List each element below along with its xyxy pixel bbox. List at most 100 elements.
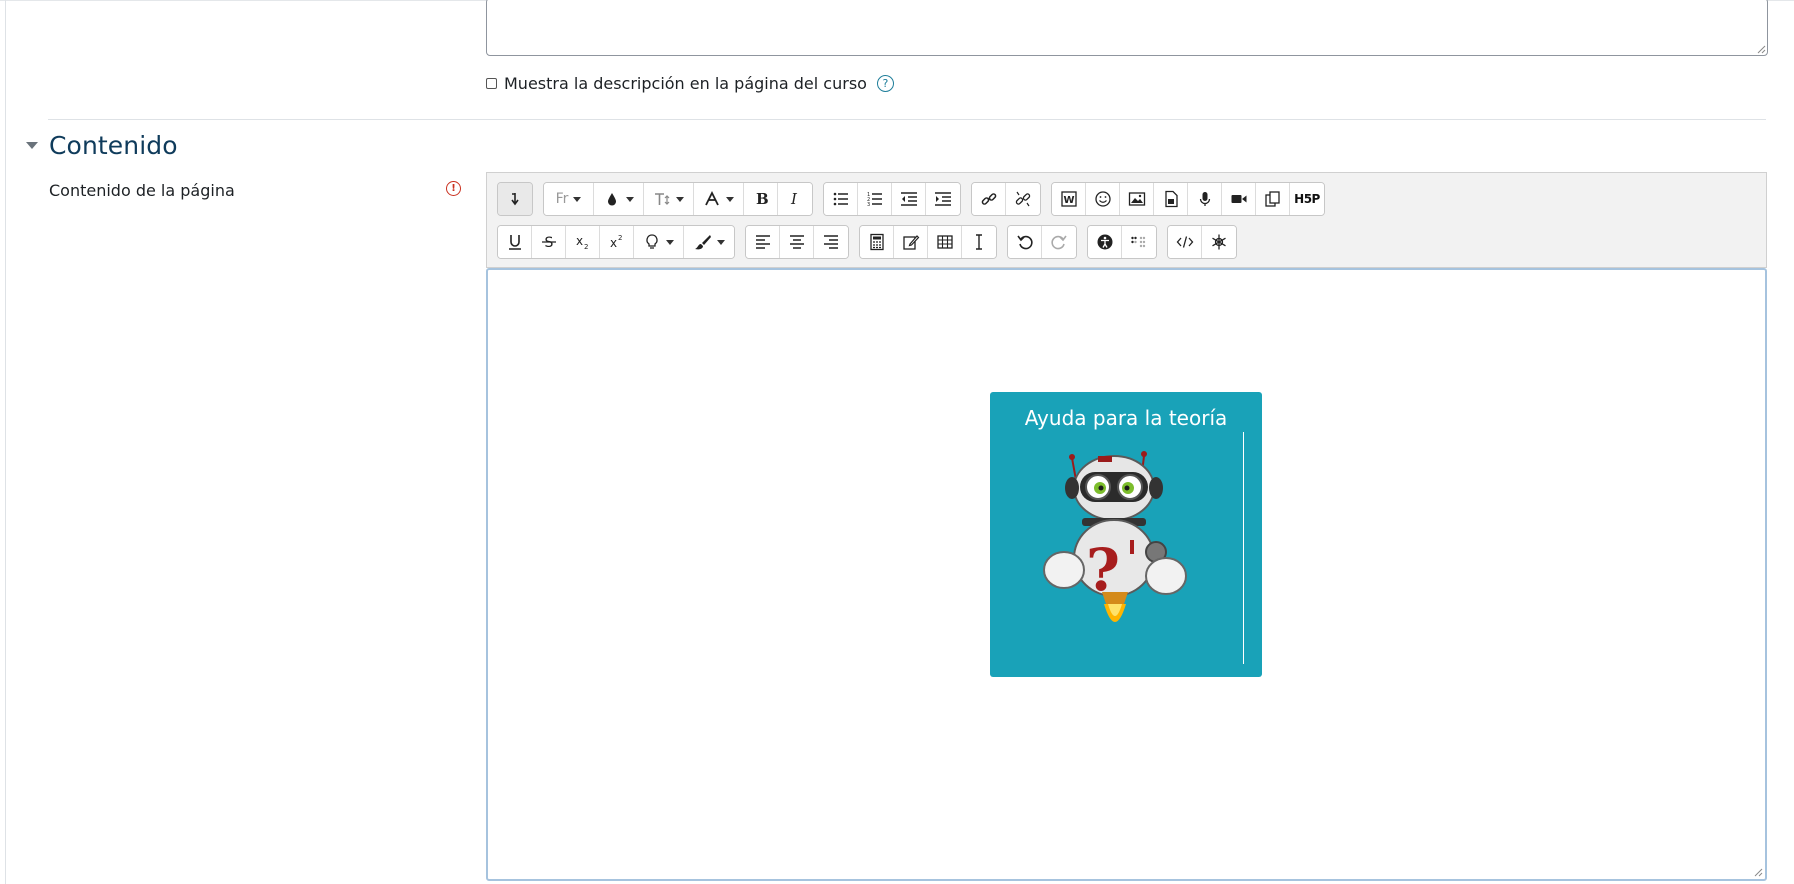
h5p-button[interactable]: H5P	[1290, 183, 1324, 215]
highlight-dropdown[interactable]	[634, 226, 684, 258]
list-ol-icon: 123	[867, 192, 882, 208]
align-right-button[interactable]	[814, 226, 848, 258]
undo-button[interactable]	[1008, 226, 1042, 258]
superscript-icon: x2	[610, 234, 622, 250]
chevron-down-icon	[666, 239, 674, 245]
smile-icon	[1094, 191, 1111, 207]
resize-grip-icon[interactable]	[1756, 44, 1766, 54]
align-center-button[interactable]	[780, 226, 814, 258]
section-divider	[48, 119, 1766, 120]
align-center-icon	[789, 235, 804, 249]
files-icon	[1264, 191, 1280, 207]
section-title[interactable]: Contenido	[49, 131, 178, 160]
unordered-list-button[interactable]	[824, 183, 858, 215]
show-description-label[interactable]: Muestra la descripción en la página del …	[504, 74, 867, 93]
record-video-button[interactable]	[1222, 183, 1256, 215]
show-description-checkbox[interactable]	[486, 77, 497, 89]
svg-text:x: x	[610, 236, 617, 250]
exclamation-circle-icon: !	[446, 181, 461, 196]
file-media-icon	[1164, 190, 1178, 208]
unlink-icon	[1015, 191, 1031, 207]
screenreader-helper-button[interactable]	[1122, 226, 1156, 258]
snowflake-icon	[1212, 234, 1226, 250]
align-left-button[interactable]	[746, 226, 780, 258]
question-circle-icon[interactable]: ?	[876, 74, 894, 92]
underline-icon	[508, 235, 521, 250]
toolbar-group-collapse	[497, 182, 533, 216]
svg-text:2: 2	[618, 234, 622, 242]
strikethrough-button[interactable]: S	[532, 226, 566, 258]
svg-text:S: S	[544, 235, 553, 251]
font-size-dropdown[interactable]	[644, 183, 694, 215]
robot-question-icon: ?	[1043, 451, 1187, 622]
braille-icon	[1131, 236, 1146, 248]
redo-button[interactable]	[1042, 226, 1076, 258]
html-source-button[interactable]	[1168, 226, 1202, 258]
outdent-icon	[900, 192, 917, 206]
svg-text:x: x	[576, 234, 583, 248]
media-button[interactable]	[1154, 183, 1188, 215]
link-icon	[981, 193, 996, 205]
font-family-dropdown[interactable]: Fr	[544, 183, 594, 215]
undo-icon	[1016, 235, 1033, 250]
manage-files-button[interactable]	[1256, 183, 1290, 215]
microphone-icon	[1199, 192, 1210, 206]
link-button[interactable]	[972, 183, 1006, 215]
ordered-list-button[interactable]: 123	[858, 183, 892, 215]
word-icon: W	[1060, 191, 1077, 207]
lightbulb-icon	[646, 234, 658, 249]
toolbar-group-history	[1007, 225, 1077, 259]
svg-text:W: W	[1063, 195, 1074, 206]
image-button[interactable]	[1120, 183, 1154, 215]
chevron-down-icon	[716, 239, 725, 245]
unlink-button[interactable]	[1006, 183, 1040, 215]
accessibility-icon	[1097, 234, 1112, 250]
bold-button[interactable]: B	[744, 183, 778, 215]
list-ul-icon	[833, 192, 848, 206]
paint-brush-icon	[694, 235, 711, 250]
card-divider	[1243, 432, 1244, 664]
record-audio-button[interactable]	[1188, 183, 1222, 215]
clear-formatting-button[interactable]	[962, 226, 996, 258]
italic-icon: I	[790, 190, 798, 208]
font-family-label: Fr	[555, 191, 569, 207]
toolbar-group-lists: 123	[823, 182, 961, 216]
toolbar-group-accessibility	[1087, 225, 1157, 259]
chevron-down-icon	[626, 196, 634, 202]
section-header-contenido[interactable]: Contenido	[26, 130, 178, 160]
indent-button[interactable]	[926, 183, 960, 215]
accessibility-checker-button[interactable]	[1088, 226, 1122, 258]
indent-icon	[935, 192, 951, 206]
background-color-dropdown[interactable]	[684, 226, 734, 258]
subscript-button[interactable]: x2	[566, 226, 600, 258]
arrow-down-icon	[511, 193, 519, 206]
font-a-icon	[705, 190, 719, 206]
toolbar-group-media: W H5P	[1051, 182, 1325, 216]
resize-grip-icon[interactable]	[1753, 867, 1763, 877]
italic-button[interactable]: I	[778, 183, 812, 215]
emoticon-button[interactable]	[1086, 183, 1120, 215]
font-color-dropdown[interactable]	[594, 183, 644, 215]
paste-word-button[interactable]: W	[1052, 183, 1086, 215]
caret-down-icon[interactable]	[26, 141, 38, 149]
toolbar-group-format: S x2 x2	[497, 225, 735, 259]
align-left-icon	[755, 235, 770, 249]
styles-dropdown[interactable]	[694, 183, 744, 215]
chevron-down-icon	[676, 196, 684, 202]
svg-text:B: B	[756, 190, 769, 208]
table-button[interactable]	[928, 226, 962, 258]
outdent-button[interactable]	[892, 183, 926, 215]
underline-button[interactable]	[498, 226, 532, 258]
equation-button[interactable]	[860, 226, 894, 258]
superscript-button[interactable]: x2	[600, 226, 634, 258]
code-icon	[1176, 236, 1193, 248]
h5p-content-card[interactable]: Ayuda para la teoría ?	[990, 392, 1262, 677]
description-textarea[interactable]	[486, 0, 1768, 56]
show-more-buttons[interactable]	[498, 183, 532, 215]
strikethrough-icon: S	[541, 235, 556, 251]
insert-character-button[interactable]	[894, 226, 928, 258]
subscript-icon: x2	[576, 234, 588, 251]
redo-icon	[1051, 235, 1067, 250]
card-title: Ayuda para la teoría	[1024, 406, 1228, 430]
snippet-button[interactable]	[1202, 226, 1236, 258]
